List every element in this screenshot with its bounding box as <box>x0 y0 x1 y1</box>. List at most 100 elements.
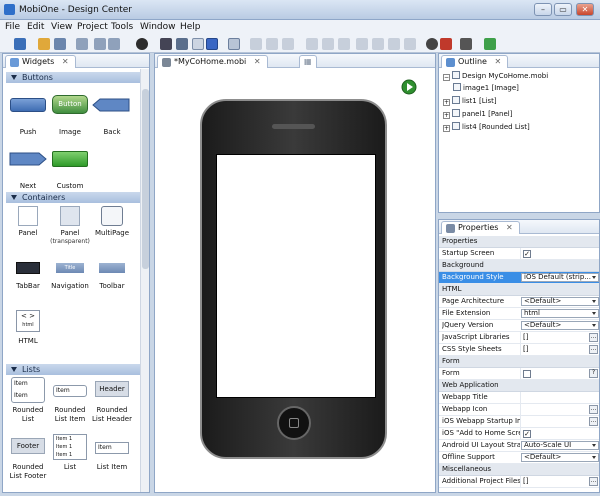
play-icon[interactable] <box>401 79 417 95</box>
align-center-icon[interactable] <box>266 38 278 50</box>
property-dropdown[interactable]: <Default> <box>521 321 599 330</box>
property-category[interactable]: Properties <box>439 236 599 248</box>
section-lists[interactable]: Lists <box>6 364 140 375</box>
widgets-scroll-thumb[interactable] <box>142 89 149 269</box>
property-value[interactable] <box>520 416 599 427</box>
maximize-button[interactable]: ▭ <box>554 3 572 16</box>
property-row[interactable]: Webapp Title <box>439 392 599 404</box>
property-row[interactable]: JQuery Version <Default> <box>439 320 599 332</box>
paste-icon[interactable] <box>108 38 120 50</box>
property-value[interactable]: [] <box>520 344 599 355</box>
close-tab-icon[interactable]: ✕ <box>62 57 69 66</box>
tab-outline[interactable]: Outline ✕ <box>441 55 509 68</box>
property-row[interactable]: iOS "Add to Home Scre ✓ <box>439 428 599 440</box>
outline-item[interactable]: + list1 [List] <box>443 96 497 106</box>
expand-icon[interactable]: + <box>443 99 450 106</box>
close-tab-icon[interactable]: ✕ <box>254 57 261 66</box>
align-middle-icon[interactable] <box>322 38 334 50</box>
hammer-icon[interactable] <box>460 38 472 50</box>
export-icon[interactable] <box>484 38 496 50</box>
property-row[interactable]: Startup Screen ✓ <box>439 248 599 260</box>
property-dropdown[interactable]: html <box>521 309 599 318</box>
tab-mycohome[interactable]: *MyCoHome.mobi ✕ <box>157 55 268 68</box>
ellipsis-button[interactable]: … <box>589 333 598 342</box>
property-category[interactable]: Form <box>439 356 599 368</box>
property-checkbox[interactable]: ✓ <box>523 250 531 258</box>
section-containers[interactable]: Containers <box>6 192 140 203</box>
property-row[interactable]: Offline Support <Default> <box>439 452 599 464</box>
property-value[interactable]: [] <box>520 476 599 487</box>
align-left-icon[interactable] <box>250 38 262 50</box>
menu-project[interactable]: Project <box>77 22 108 32</box>
property-category[interactable]: Web Application <box>439 380 599 392</box>
menu-help[interactable]: Help <box>180 22 201 32</box>
toggle-icon[interactable] <box>192 38 204 50</box>
property-row[interactable]: Webapp Icon… <box>439 404 599 416</box>
design-canvas[interactable] <box>156 69 434 492</box>
menu-edit[interactable]: Edit <box>27 22 44 32</box>
close-tab-icon[interactable]: ✕ <box>495 57 502 66</box>
ellipsis-button[interactable]: … <box>589 405 598 414</box>
preview-icon[interactable] <box>206 38 218 50</box>
menu-file[interactable]: File <box>5 22 20 32</box>
menu-window[interactable]: Window <box>140 22 176 32</box>
minimize-button[interactable]: – <box>534 3 552 16</box>
property-row[interactable]: Form? <box>439 368 599 380</box>
property-checkbox[interactable]: ✓ <box>523 430 531 438</box>
align-bottom-icon[interactable] <box>338 38 350 50</box>
property-row[interactable]: Page Architecture <Default> <box>439 296 599 308</box>
grid-icon[interactable] <box>228 38 240 50</box>
menu-tools[interactable]: Tools <box>111 22 133 32</box>
widgets-scrollbar[interactable] <box>140 69 149 492</box>
property-category[interactable]: HTML <box>439 284 599 296</box>
property-row[interactable]: CSS Style Sheets []… <box>439 344 599 356</box>
property-dropdown[interactable]: iOS Default (strip... <box>521 273 599 282</box>
ellipsis-button[interactable]: … <box>589 417 598 426</box>
property-value[interactable] <box>520 404 599 415</box>
align-right-icon[interactable] <box>282 38 294 50</box>
open-folder-icon[interactable] <box>38 38 50 50</box>
tab-widgets[interactable]: Widgets ✕ <box>5 55 76 68</box>
device-dropdown-icon[interactable] <box>176 38 188 50</box>
tab-properties[interactable]: Properties ✕ <box>441 221 520 234</box>
property-value[interactable]: [] <box>520 332 599 343</box>
iphone-screen[interactable] <box>216 154 376 398</box>
expand-icon[interactable]: + <box>443 125 450 132</box>
tab-add[interactable]: ▦ <box>299 55 317 68</box>
property-category[interactable]: Background <box>439 260 599 272</box>
outline-root[interactable]: − Design MyCoHome.mobi <box>443 71 548 81</box>
section-buttons[interactable]: Buttons <box>6 72 140 83</box>
property-value[interactable] <box>520 392 599 403</box>
help-icon[interactable]: ? <box>589 369 598 378</box>
ellipsis-button[interactable]: … <box>589 345 598 354</box>
apple-device-icon[interactable] <box>136 38 148 50</box>
copy-icon[interactable] <box>94 38 106 50</box>
align-top-icon[interactable] <box>306 38 318 50</box>
ellipsis-button[interactable]: … <box>589 477 598 486</box>
save-icon[interactable] <box>54 38 66 50</box>
debug-icon[interactable] <box>440 38 452 50</box>
outline-item[interactable]: + panel1 [Panel] <box>443 109 512 119</box>
menu-view[interactable]: View <box>51 22 72 32</box>
property-row[interactable]: Additional Project Files[]… <box>439 476 599 488</box>
arrow-down-icon[interactable] <box>388 38 400 50</box>
outline-item[interactable]: image1 [Image] <box>453 83 519 93</box>
property-row[interactable]: iOS Webapp Startup Im… <box>439 416 599 428</box>
close-tab-icon[interactable]: ✕ <box>506 223 513 232</box>
collapse-icon[interactable]: − <box>443 74 450 81</box>
phone-icon[interactable] <box>160 38 172 50</box>
outline-item[interactable]: + list4 [Rounded List] <box>443 122 530 132</box>
property-dropdown[interactable]: Auto-Scale UI <box>521 441 599 450</box>
bring-forward-icon[interactable] <box>356 38 368 50</box>
property-checkbox[interactable] <box>523 370 531 378</box>
property-row[interactable]: Android UI Layout Strat Auto-Scale UI <box>439 440 599 452</box>
arrow-up-icon[interactable] <box>372 38 384 50</box>
property-dropdown[interactable]: <Default> <box>521 453 599 462</box>
property-row[interactable]: JavaScript Libraries []… <box>439 332 599 344</box>
cut-icon[interactable] <box>76 38 88 50</box>
send-backward-icon[interactable] <box>404 38 416 50</box>
close-window-button[interactable]: ✕ <box>576 3 594 16</box>
new-icon[interactable] <box>14 38 26 50</box>
property-row[interactable]: File Extension html <box>439 308 599 320</box>
expand-icon[interactable]: + <box>443 112 450 119</box>
